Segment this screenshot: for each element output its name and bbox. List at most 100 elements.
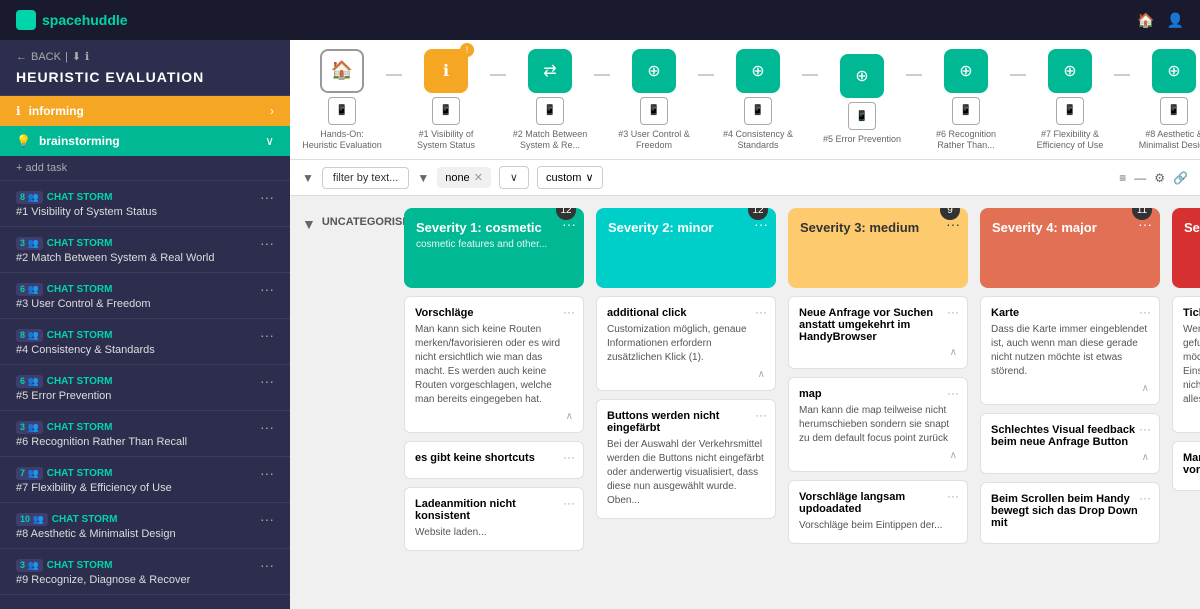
card-body-ticket-kauf: Wenn man eine Verbindung gefunden hat un… [1183, 323, 1200, 407]
severity-3-title: Severity 3: medium [800, 220, 956, 235]
export-icon[interactable]: ⬇ [72, 50, 81, 63]
collapse-btn-6[interactable]: ∧ [991, 452, 1149, 463]
add-task-button[interactable]: + add task [0, 156, 290, 181]
sidebar-title: HEURISTIC EVALUATION [16, 69, 274, 85]
card-menu-icon8[interactable]: ··· [947, 489, 959, 503]
step-box-5: ⊕ [840, 54, 884, 98]
task-menu-icon[interactable]: ··· [260, 327, 274, 343]
task-menu-icon[interactable]: ··· [260, 373, 274, 389]
card-body-ladeanimation: Website laden... [415, 526, 573, 540]
card-menu-icon5[interactable]: ··· [755, 408, 767, 422]
chevron-down-icon2: ∨ [510, 171, 518, 184]
filter-text-button[interactable]: filter by text... [322, 167, 409, 189]
sidebar-item-informing[interactable]: ℹ informing › [0, 96, 290, 126]
card-menu-icon2[interactable]: ··· [563, 450, 575, 464]
card-title-haltestelle: Man kann nicht einfach zu der vorherigen… [1183, 452, 1200, 476]
card-title-shortcuts: es gibt keine shortcuts [415, 452, 573, 464]
collapse-icon[interactable]: — [1134, 171, 1146, 185]
card-title-schlechtes-visual: Schlechtes Visual feedback beim neue Anf… [991, 424, 1149, 448]
task-menu-icon[interactable]: ··· [260, 189, 274, 205]
task-item[interactable]: 8 👥 CHAT STORM #4 Consistency & Standard… [0, 319, 290, 365]
workflow-step-6[interactable]: ⊕ 📱 #6 Recognition Rather Than... [926, 49, 1006, 151]
back-link[interactable]: ← BACK | ⬇ ℹ [16, 50, 274, 63]
task-item[interactable]: 7 👥 CHAT STORM #7 Flexibility & Efficien… [0, 457, 290, 503]
step-box-2: ⇄ [528, 49, 572, 93]
card-body-karte: Dass die Karte immer eingeblendet ist, a… [991, 323, 1149, 379]
task-tag-label: CHAT STORM [47, 560, 113, 571]
settings-icon[interactable]: ⚙ [1154, 171, 1165, 185]
task-item[interactable]: 6 👥 CHAT STORM #3 User Control & Freedom… [0, 273, 290, 319]
link-icon[interactable]: 🔗 [1173, 171, 1188, 185]
filter-text-placeholder: filter by text... [333, 172, 398, 184]
column-menu-1[interactable]: ··· [562, 216, 576, 232]
collapse-btn-7[interactable]: ∧ [1183, 411, 1200, 422]
issue-card-buttons: ··· Buttons werden nicht eingefärbt Bei … [596, 399, 776, 519]
severity-3-card: 9 ··· Severity 3: medium [788, 208, 968, 288]
task-count-icon: 3 👥 [16, 559, 43, 572]
user-icon[interactable]: 👤 [1167, 12, 1184, 29]
card-menu-icon7[interactable]: ··· [947, 386, 959, 400]
column-severity-3: 9 ··· Severity 3: medium ··· Neue Anfrag… [788, 208, 968, 597]
task-item[interactable]: 3 👥 CHAT STORM #2 Match Between System &… [0, 227, 290, 273]
column-menu-3[interactable]: ··· [946, 216, 960, 232]
task-menu-icon[interactable]: ··· [260, 557, 274, 573]
filter-tag-none[interactable]: none ✕ [437, 167, 491, 188]
card-menu-icon9[interactable]: ··· [1139, 305, 1151, 319]
card-menu-icon11[interactable]: ··· [1139, 491, 1151, 505]
task-item[interactable]: 8 👥 CHAT STORM #1 Visibility of System S… [0, 181, 290, 227]
sort-icon[interactable]: ≡ [1119, 171, 1126, 185]
tag-none-label: none [445, 172, 469, 184]
task-menu-icon[interactable]: ··· [260, 511, 274, 527]
task-menu-icon[interactable]: ··· [260, 419, 274, 435]
info-icon[interactable]: ℹ [85, 50, 89, 63]
column-menu-2[interactable]: ··· [754, 216, 768, 232]
task-item[interactable]: 6 👥 CHAT STORM #5 Error Prevention ··· [0, 365, 290, 411]
close-icon[interactable]: ✕ [474, 171, 483, 184]
collapse-btn-3[interactable]: ∧ [799, 347, 957, 358]
task-list: 8 👥 CHAT STORM #1 Visibility of System S… [0, 181, 290, 595]
step-box-3: ⊕ [632, 49, 676, 93]
card-menu-icon3[interactable]: ··· [563, 496, 575, 510]
column-menu-4[interactable]: ··· [1138, 216, 1152, 232]
workflow-step-8[interactable]: ⊕ 📱 #8 Aesthetic & Minimalist Design [1134, 49, 1200, 151]
workflow-step-5[interactable]: ⊕ 📱 #5 Error Prevention [822, 54, 902, 145]
collapse-btn-5[interactable]: ∧ [991, 383, 1149, 394]
task-item[interactable]: 3 👥 CHAT STORM #9 Recognize, Diagnose & … [0, 549, 290, 595]
card-title-additional-click: additional click [607, 307, 765, 319]
task-tag-label: CHAT STORM [47, 238, 113, 249]
task-menu-icon[interactable]: ··· [260, 281, 274, 297]
card-menu-icon[interactable]: ··· [563, 305, 575, 319]
filter-custom-select[interactable]: custom ∨ [537, 166, 603, 189]
task-item[interactable]: 10 👥 CHAT STORM #8 Aesthetic & Minimalis… [0, 503, 290, 549]
back-arrow-icon: ← [16, 51, 27, 63]
home-icon[interactable]: 🏠 [1137, 12, 1154, 29]
task-menu-icon[interactable]: ··· [260, 235, 274, 251]
workflow-step-home[interactable]: 🏠 📱 Hands-On: Heuristic Evaluation [302, 49, 382, 151]
task-item[interactable]: 3 👥 CHAT STORM #6 Recognition Rather Tha… [0, 411, 290, 457]
workflow-step-3[interactable]: ⊕ 📱 #3 User Control & Freedom [614, 49, 694, 151]
card-menu-icon4[interactable]: ··· [755, 305, 767, 319]
workflow-connector [386, 74, 402, 76]
card-body-map: Man kann die map teilweise nicht herumsc… [799, 404, 957, 446]
collapse-btn-2[interactable]: ∧ [607, 369, 765, 380]
step-sub-icon-2: 📱 [536, 97, 564, 125]
issue-card-haltestelle: ··· Man kann nicht einfach zu der vorher… [1172, 441, 1200, 491]
workflow-step-7[interactable]: ⊕ 📱 #7 Flexibility & Efficiency of Use [1030, 49, 1110, 151]
card-menu-icon10[interactable]: ··· [1139, 422, 1151, 436]
collapse-btn-1[interactable]: ∧ [415, 411, 573, 422]
filter-dropdown-arrow[interactable]: ∨ [499, 166, 529, 189]
sidebar-item-brainstorming[interactable]: 💡 brainstorming ∨ [0, 126, 290, 156]
workflow-step-1[interactable]: ℹ ! 📱 #1 Visibility of System Status [406, 49, 486, 151]
card-menu-icon6[interactable]: ··· [947, 305, 959, 319]
step-sub-icon-5: 📱 [848, 102, 876, 130]
collapse-btn-4[interactable]: ∧ [799, 450, 957, 461]
step-icon-5: ⊕ [855, 66, 868, 86]
issue-card-shortcuts: ··· es gibt keine shortcuts [404, 441, 584, 479]
workflow-step-4[interactable]: ⊕ 📱 #4 Consistency & Standards [718, 49, 798, 151]
task-tag-label: CHAT STORM [47, 192, 113, 203]
task-name: #1 Visibility of System Status [16, 206, 157, 218]
workflow-step-2[interactable]: ⇄ 📱 #2 Match Between System & Re... [510, 49, 590, 151]
workflow-connector [1010, 74, 1026, 76]
task-name: #4 Consistency & Standards [16, 344, 155, 356]
task-menu-icon[interactable]: ··· [260, 465, 274, 481]
